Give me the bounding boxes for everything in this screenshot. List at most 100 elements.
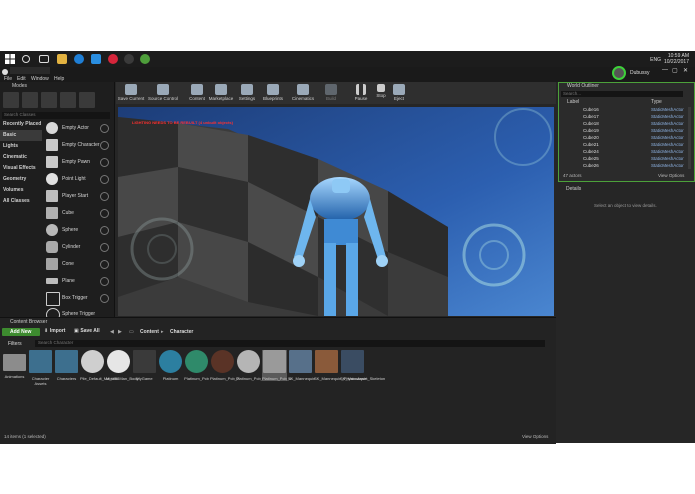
category-basic[interactable]: Basic bbox=[0, 130, 42, 141]
category-geometry[interactable]: Geometry bbox=[0, 174, 42, 185]
asset-folder[interactable]: Animations bbox=[2, 350, 27, 379]
blueprints-button[interactable]: Blueprints bbox=[258, 83, 288, 103]
store-icon[interactable] bbox=[91, 54, 101, 64]
place-item[interactable]: Empty Actor bbox=[44, 120, 112, 136]
outliner-col-type[interactable]: Type bbox=[651, 99, 662, 105]
outliner-row[interactable]: Cube17 StaticMeshActor bbox=[561, 114, 691, 121]
outliner-row[interactable]: Cube24 StaticMeshActor bbox=[561, 149, 691, 156]
level-tab[interactable] bbox=[10, 67, 50, 74]
outliner-row[interactable]: Cube25 StaticMeshActor bbox=[561, 156, 691, 163]
asset-tile[interactable]: Pile_Default_Material bbox=[80, 350, 118, 381]
view-options-button[interactable]: View Options bbox=[522, 434, 548, 439]
asset-tile[interactable]: SK_Mannequin_PhysicsAsset bbox=[314, 350, 367, 381]
level-viewport[interactable]: LIGHTING NEEDS TO BE REBUILT (4 unbuilt … bbox=[118, 107, 554, 316]
world-outliner-tab[interactable]: World Outliner bbox=[567, 83, 599, 89]
outliner-scrollbar[interactable] bbox=[688, 107, 691, 169]
category-volumes[interactable]: Volumes bbox=[0, 185, 42, 196]
content-browser-tab[interactable]: Content Browser bbox=[10, 319, 47, 325]
close-button[interactable]: ✕ bbox=[683, 67, 688, 74]
eject-button[interactable]: Eject bbox=[384, 83, 414, 103]
opera-icon[interactable] bbox=[108, 54, 118, 64]
place-item[interactable]: Point Light bbox=[44, 171, 112, 187]
asset-tile[interactable]: Character Assets bbox=[28, 350, 53, 386]
info-icon[interactable] bbox=[100, 192, 109, 201]
asset-tile[interactable]: Platinum_Pcb_3 bbox=[236, 350, 265, 381]
paint-mode-button[interactable] bbox=[22, 92, 38, 108]
info-icon[interactable] bbox=[100, 260, 109, 269]
place-item[interactable]: Box Trigger bbox=[44, 290, 112, 306]
asset-tile-selected[interactable]: Platinum_Pcb_4 bbox=[262, 350, 291, 381]
search-icon[interactable] bbox=[22, 55, 30, 63]
system-tray[interactable]: ENG 10:59 AM 10/22/2017 bbox=[650, 53, 689, 65]
foliage-mode-button[interactable] bbox=[60, 92, 76, 108]
add-new-button[interactable]: Add New bbox=[2, 328, 40, 336]
asset-tile[interactable]: Platinum_Pcb_2 bbox=[210, 350, 239, 381]
place-item[interactable]: Empty Pawn bbox=[44, 154, 112, 170]
windows-start-icon[interactable] bbox=[5, 54, 15, 64]
info-icon[interactable] bbox=[100, 209, 109, 218]
info-icon[interactable] bbox=[100, 226, 109, 235]
info-icon[interactable] bbox=[100, 158, 109, 167]
edge-browser-icon[interactable] bbox=[74, 54, 84, 64]
breadcrumb-character[interactable]: Character bbox=[170, 329, 193, 335]
info-icon[interactable] bbox=[100, 277, 109, 286]
category-cinematic[interactable]: Cinematic bbox=[0, 152, 42, 163]
info-icon[interactable] bbox=[100, 175, 109, 184]
info-icon[interactable] bbox=[100, 124, 109, 133]
filters-button[interactable]: Filters bbox=[2, 340, 32, 347]
place-mode-button[interactable] bbox=[3, 92, 19, 108]
search-classes-input[interactable]: Search Classes bbox=[2, 112, 110, 119]
search-assets-input[interactable]: Search Character bbox=[35, 340, 545, 347]
user-name[interactable]: Dubussy bbox=[630, 70, 649, 76]
category-all-classes[interactable]: All Classes bbox=[0, 196, 42, 207]
outliner-row[interactable]: Cube26 StaticMeshActor bbox=[561, 163, 691, 170]
place-item[interactable]: Cube bbox=[44, 205, 112, 221]
outliner-row[interactable]: Cube16 StaticMeshActor bbox=[561, 107, 691, 114]
import-button[interactable]: ⬇ Import bbox=[44, 328, 65, 336]
asset-tile[interactable]: Characters bbox=[54, 350, 79, 381]
asset-tile[interactable]: SK_Mannequin_Skeleton bbox=[340, 350, 385, 381]
outliner-row[interactable]: Cube21 StaticMeshActor bbox=[561, 142, 691, 149]
outliner-view-options[interactable]: View Options bbox=[658, 173, 684, 178]
app-icon[interactable] bbox=[140, 54, 150, 64]
category-recently-placed[interactable]: Recently Placed bbox=[0, 119, 42, 130]
landscape-mode-button[interactable] bbox=[41, 92, 57, 108]
info-icon[interactable] bbox=[100, 141, 109, 150]
language-indicator[interactable]: ENG bbox=[650, 57, 661, 63]
asset-tile[interactable]: MyGame bbox=[132, 350, 157, 381]
back-arrow-icon[interactable]: ◀ bbox=[110, 329, 114, 335]
user-avatar[interactable] bbox=[612, 66, 626, 80]
asset-tile[interactable]: M_UE4Man_Body bbox=[106, 350, 138, 381]
minimize-button[interactable]: — bbox=[662, 67, 668, 73]
asset-tile[interactable]: Platinum_Pcb bbox=[184, 350, 209, 381]
unreal-engine-icon[interactable] bbox=[124, 54, 134, 64]
cinematics-button[interactable]: Cinematics bbox=[288, 83, 318, 103]
info-icon[interactable] bbox=[100, 243, 109, 252]
outliner-row[interactable]: Cube18 StaticMeshActor bbox=[561, 121, 691, 128]
file-explorer-icon[interactable] bbox=[57, 54, 67, 64]
category-visual-effects[interactable]: Visual Effects bbox=[0, 163, 42, 174]
task-view-icon[interactable] bbox=[39, 55, 49, 63]
place-item[interactable]: Cylinder bbox=[44, 239, 112, 255]
save-all-button[interactable]: ▣ Save All bbox=[74, 328, 100, 336]
outliner-search-input[interactable]: Search... bbox=[561, 91, 683, 97]
breadcrumb-content[interactable]: Content bbox=[140, 329, 159, 335]
place-item[interactable]: Sphere bbox=[44, 222, 112, 238]
asset-tile[interactable]: Platinum bbox=[158, 350, 183, 381]
info-icon[interactable] bbox=[100, 294, 109, 303]
outliner-row[interactable]: Cube20 StaticMeshActor bbox=[561, 135, 691, 142]
details-tab[interactable]: Details bbox=[566, 186, 581, 192]
outliner-row[interactable]: Cube19 StaticMeshActor bbox=[561, 128, 691, 135]
build-button[interactable]: Build bbox=[316, 83, 346, 103]
place-item[interactable]: Player Start bbox=[44, 188, 112, 204]
outliner-col-label[interactable]: Label bbox=[567, 99, 579, 105]
modes-tab[interactable]: Modes bbox=[12, 83, 27, 89]
save-current-button[interactable]: Save Current bbox=[116, 83, 146, 103]
place-item[interactable]: Empty Character bbox=[44, 137, 112, 153]
source-control-button[interactable]: Source Control bbox=[148, 83, 178, 103]
asset-tile[interactable]: SK_Mannequin bbox=[288, 350, 315, 381]
maximize-button[interactable]: ▢ bbox=[672, 67, 678, 74]
place-item[interactable]: Cone bbox=[44, 256, 112, 272]
forward-arrow-icon[interactable]: ▶ bbox=[118, 329, 122, 335]
category-lights[interactable]: Lights bbox=[0, 141, 42, 152]
